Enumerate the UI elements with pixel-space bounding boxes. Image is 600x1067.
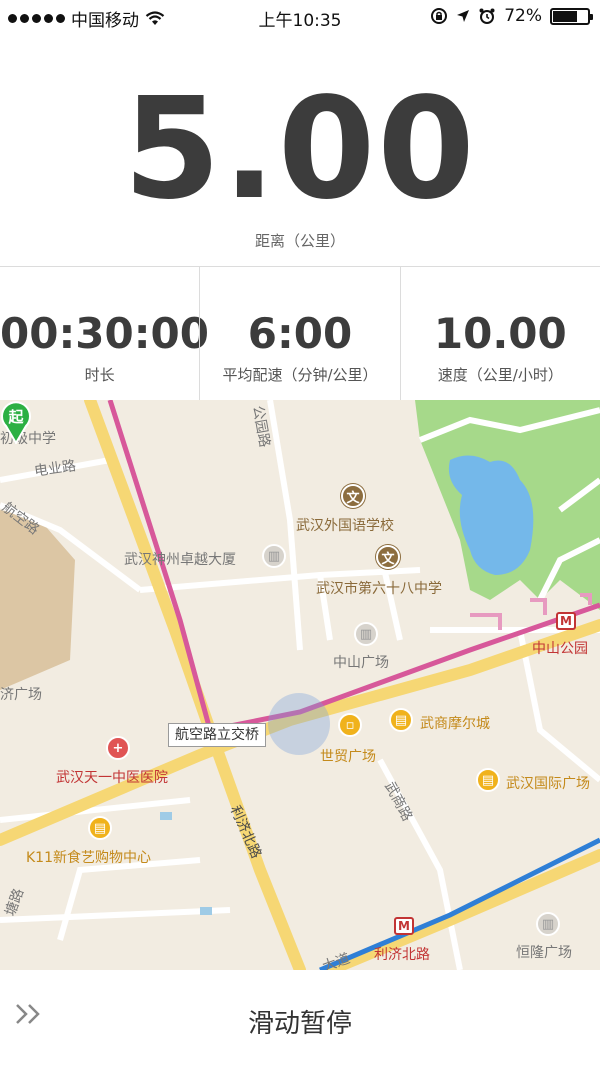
map-label: 中山广场 xyxy=(333,655,389,671)
map-label: 恒隆广场 xyxy=(516,945,572,961)
shopping-icon[interactable]: ▤ xyxy=(88,816,112,840)
map-base xyxy=(0,400,600,970)
building-icon[interactable]: ▥ xyxy=(536,912,560,936)
map-label: 武汉神州卓越大厦 xyxy=(124,552,236,568)
start-marker-icon[interactable]: 起 xyxy=(0,400,32,444)
cart-icon[interactable]: ▫ xyxy=(338,713,362,737)
map-label: 济广场 xyxy=(0,687,42,703)
school-icon[interactable]: 文 xyxy=(376,545,400,569)
duration-value: 00:30:00 xyxy=(0,309,209,358)
status-right: 72% xyxy=(430,6,593,26)
hospital-icon[interactable]: + xyxy=(106,736,130,760)
stat-speed: 10.00 速度（公里/小时） xyxy=(399,267,600,400)
shopping-icon[interactable]: ▤ xyxy=(476,768,500,792)
svg-text:起: 起 xyxy=(7,408,24,426)
pace-label: 平均配速（分钟/公里） xyxy=(222,366,378,384)
pace-value: 6:00 xyxy=(247,309,353,358)
route-map[interactable]: 文 文 ▥ ▥ ▥ ▤ ▤ ▤ ▫ + M M 初级中学 电业路 航空路 公园路… xyxy=(0,400,600,970)
battery-percent: 72% xyxy=(504,6,542,26)
map-label: 武汉外国语学校 xyxy=(296,518,394,534)
map-label: 武汉国际广场 xyxy=(506,776,590,792)
distance-label: 距离（公里） xyxy=(254,232,345,250)
building-icon[interactable]: ▥ xyxy=(262,544,286,568)
shopping-icon[interactable]: ▤ xyxy=(389,708,413,732)
map-label: 武汉市第六十八中学 xyxy=(316,581,442,597)
speed-value: 10.00 xyxy=(433,309,567,358)
location-arrow-icon xyxy=(457,10,470,22)
status-bar: 中国移动 上午10:35 72% xyxy=(0,0,600,34)
map-label: 武汉天一中医医院 xyxy=(56,770,168,786)
stats-row: 00:30:00 时长 6:00 平均配速（分钟/公里） 10.00 速度（公里… xyxy=(0,267,600,400)
metro-icon[interactable]: M xyxy=(556,612,576,630)
map-label: 武商摩尔城 xyxy=(420,716,490,732)
alarm-icon xyxy=(479,8,495,24)
metro-icon[interactable]: M xyxy=(394,917,414,935)
metro-label: 利济北路 xyxy=(374,947,430,963)
battery-fill xyxy=(553,10,578,22)
map-label: K11新食艺购物中心 xyxy=(26,850,151,866)
rotation-lock-icon xyxy=(431,8,448,24)
school-icon[interactable]: 文 xyxy=(341,484,365,508)
slide-to-pause-label: 滑动暂停 xyxy=(247,1009,352,1039)
bridge-label: 航空路立交桥 xyxy=(168,723,266,747)
map-label: 世贸广场 xyxy=(320,749,376,765)
slide-to-pause-bar[interactable]: 滑动暂停 xyxy=(0,970,600,1067)
distance-panel: 5.00 距离（公里） xyxy=(0,34,600,266)
speed-label: 速度（公里/小时） xyxy=(437,366,563,384)
stat-pace: 6:00 平均配速（分钟/公里） xyxy=(199,267,399,400)
duration-label: 时长 xyxy=(84,366,115,384)
distance-value: 5.00 xyxy=(123,68,477,231)
building-icon[interactable]: ▥ xyxy=(354,622,378,646)
battery-icon xyxy=(550,7,593,25)
metro-label: 中山公园 xyxy=(532,641,588,657)
current-location-halo xyxy=(268,693,330,755)
stat-duration: 00:30:00 时长 xyxy=(0,267,209,400)
